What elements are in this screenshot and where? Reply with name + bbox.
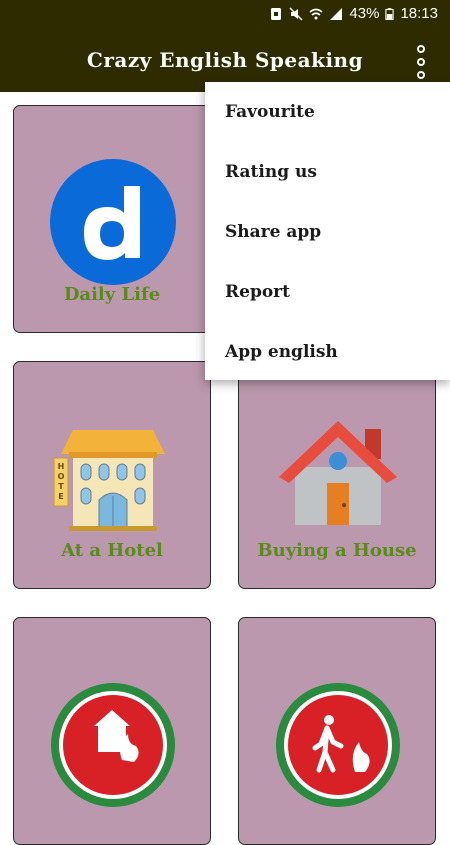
fire-exit-icon (276, 683, 400, 807)
house-icon (279, 421, 397, 525)
menu-item-share-app[interactable]: Share app (205, 202, 450, 262)
mute-icon (289, 6, 303, 21)
category-card-daily-life[interactable]: Daily Life (13, 105, 211, 333)
card-label: At a Hotel (61, 540, 163, 561)
svg-text:T: T (58, 482, 64, 491)
hotel-icon: H O T E (53, 430, 165, 531)
category-card-5[interactable] (13, 617, 211, 845)
card-label: Daily Life (63, 284, 161, 305)
signal-icon (330, 7, 343, 20)
status-icons: 43% 18:13 (269, 5, 438, 22)
menu-item-rating-us[interactable]: Rating us (205, 142, 450, 202)
clock: 18:13 (400, 5, 438, 22)
battery-percent: 43% (349, 5, 380, 22)
fire-house-icon (51, 683, 175, 807)
menu-item-report[interactable]: Report (205, 262, 450, 322)
dailymotion-d-icon (50, 159, 176, 285)
battery-icon (385, 7, 395, 20)
svg-text:E: E (58, 492, 63, 501)
card-label: Buying a House (257, 540, 417, 561)
wifi-icon (309, 8, 323, 19)
more-vert-icon[interactable] (414, 45, 428, 79)
overflow-menu: Favourite Rating us Share app Report App… (205, 82, 450, 380)
status-bar: 43% 18:13 (0, 0, 450, 30)
category-card-6[interactable] (238, 617, 436, 845)
category-card-hotel[interactable]: H O T E At a Hotel (13, 361, 211, 589)
sim-icon (271, 7, 282, 20)
category-card-buying-house[interactable]: Buying a House (238, 361, 436, 589)
svg-text:O: O (58, 472, 65, 481)
svg-text:H: H (58, 462, 65, 471)
menu-item-app-english[interactable]: App english (205, 322, 450, 382)
menu-item-favourite[interactable]: Favourite (205, 82, 450, 142)
app-title: Crazy English Speaking (86, 48, 364, 72)
